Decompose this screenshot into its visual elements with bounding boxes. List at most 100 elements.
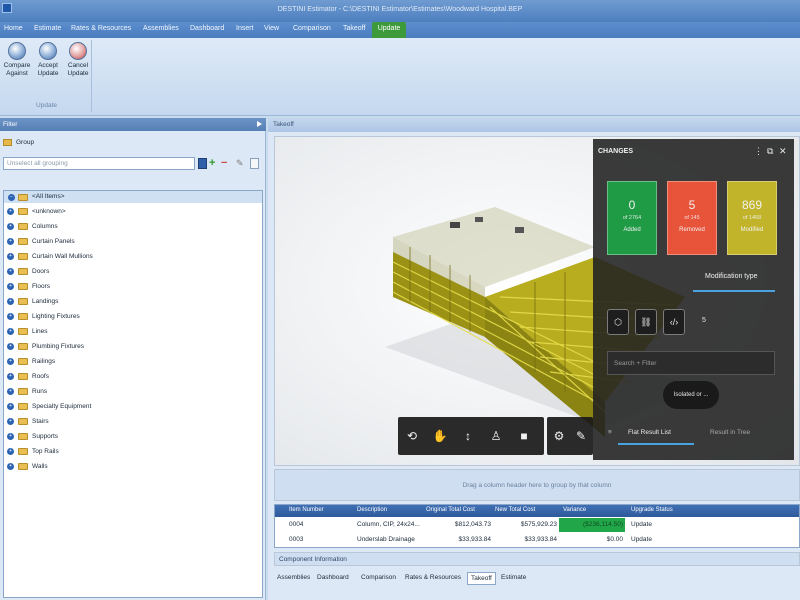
menu-insert[interactable]: Insert <box>236 25 254 32</box>
cube-icon[interactable]: ⬡ <box>607 309 629 335</box>
tab-dashboard[interactable]: Dashboard <box>314 572 352 585</box>
col-upgrade-status[interactable]: Upgrade Status <box>631 507 673 513</box>
camera-icon[interactable]: ■ <box>516 428 532 444</box>
tree-item[interactable]: + Columns <box>4 220 262 234</box>
collapse-icon[interactable]: − <box>8 194 15 201</box>
cell-variance: $0.00 <box>606 536 623 543</box>
pan-hand-icon[interactable]: ✋ <box>432 428 448 444</box>
add-icon[interactable]: + <box>209 158 218 169</box>
tab-result-in-tree[interactable]: Result in Tree <box>710 429 750 436</box>
tree-item[interactable]: + Plumbing Fixtures <box>4 340 262 354</box>
tab-comparison[interactable]: Comparison <box>358 572 399 585</box>
tree-item[interactable]: + Landings <box>4 295 262 309</box>
expand-icon[interactable]: + <box>7 358 14 365</box>
col-original-total-cost[interactable]: Original Total Cost <box>426 507 475 513</box>
tab-estimate[interactable]: Estimate <box>498 572 529 585</box>
expand-icon[interactable]: + <box>7 448 14 455</box>
tree-item-label: Plumbing Fixtures <box>32 343 85 350</box>
tree-item[interactable]: + Stairs <box>4 415 262 429</box>
zoom-vertical-icon[interactable]: ↕ <box>460 428 476 444</box>
search-filter-input[interactable]: Search + Filter <box>607 351 775 375</box>
expand-icon[interactable]: + <box>7 403 14 410</box>
col-variance[interactable]: Variance <box>563 507 586 513</box>
tab-assemblies[interactable]: Assemblies <box>274 572 313 585</box>
menu-update-tab[interactable]: Update <box>372 22 406 38</box>
tree-item[interactable]: + Walls <box>4 460 262 474</box>
added-stat-card[interactable]: 0 of 2764 Added <box>607 181 657 255</box>
tree-item[interactable]: + <unknown> <box>4 205 262 219</box>
col-new-total-cost[interactable]: New Total Cost <box>495 507 535 513</box>
group-by-bar[interactable]: Drag a column header here to group by th… <box>274 469 800 501</box>
tree-item[interactable]: + Lines <box>4 325 262 339</box>
expand-icon[interactable]: + <box>7 208 14 215</box>
collapse-arrow-icon[interactable] <box>257 121 263 127</box>
tree-item[interactable]: + Doors <box>4 265 262 279</box>
col-description[interactable]: Description <box>357 507 387 513</box>
expand-icon[interactable]: + <box>7 328 14 335</box>
tree-item-label: Supports <box>32 433 59 440</box>
menu-rates-resources[interactable]: Rates & Resources <box>71 25 131 32</box>
menu-assemblies[interactable]: Assemblies <box>143 25 179 32</box>
expand-icon[interactable]: + <box>7 298 14 305</box>
isolated-toggle[interactable]: Isolated or ... <box>663 381 719 409</box>
tree-item[interactable]: + Top Rails <box>4 445 262 459</box>
expand-icon[interactable]: + <box>7 463 14 470</box>
expand-icon[interactable]: + <box>7 223 14 230</box>
col-item-number[interactable]: Item Number <box>289 507 324 513</box>
tree-item[interactable]: + Curtain Wall Mullions <box>4 250 262 264</box>
tab-rates-resources[interactable]: Rates & Resources <box>402 572 464 585</box>
more-options-icon[interactable]: ⋮ <box>754 146 763 157</box>
ribbon: Compare Against Accept Update Cancel Upd… <box>0 38 800 116</box>
tree-item[interactable]: + Floors <box>4 280 262 294</box>
tree-item[interactable]: + Lighting Fixtures <box>4 310 262 324</box>
expand-icon[interactable]: + <box>7 388 14 395</box>
menu-home[interactable]: Home <box>4 25 23 32</box>
compare-against-button[interactable]: Compare Against <box>2 42 32 78</box>
removed-stat-card[interactable]: 5 of 145 Removed <box>667 181 717 255</box>
expand-icon[interactable]: + <box>7 268 14 275</box>
expand-icon[interactable]: + <box>7 253 14 260</box>
code-icon[interactable]: ‹/› <box>663 309 685 335</box>
menu-comparison[interactable]: Comparison <box>293 25 331 32</box>
edit-icon[interactable]: ✎ <box>236 158 245 169</box>
tree-item[interactable]: + Supports <box>4 430 262 444</box>
link-icon[interactable]: ⛓ <box>635 309 657 335</box>
tree-item[interactable]: + Railings <box>4 355 262 369</box>
table-row[interactable]: 0004 Column, CIP, 24x24... $812,043.73 $… <box>275 518 799 532</box>
tree-item[interactable]: + Curtain Panels <box>4 235 262 249</box>
menu-dashboard[interactable]: Dashboard <box>190 25 224 32</box>
expand-icon[interactable]: + <box>7 313 14 320</box>
tree-item[interactable]: + Specialty Equipment <box>4 400 262 414</box>
tree-root[interactable]: − <All Items> <box>4 191 262 203</box>
tab-flat-result-list[interactable]: Flat Result List <box>628 429 671 436</box>
menu-view[interactable]: View <box>264 25 279 32</box>
modification-type-label[interactable]: Modification type <box>705 273 758 280</box>
expand-icon[interactable]: + <box>7 343 14 350</box>
popout-icon[interactable]: ⧉ <box>767 146 773 157</box>
menu-takeoff[interactable]: Takeoff <box>343 25 365 32</box>
expand-icon[interactable]: + <box>7 238 14 245</box>
menu-estimate[interactable]: Estimate <box>34 25 61 32</box>
table-row[interactable]: 0003 Underslab Drainage $33,933.84 $33,9… <box>275 533 799 547</box>
grouping-dropdown-icon[interactable] <box>198 158 207 169</box>
expand-icon[interactable]: + <box>7 433 14 440</box>
tree-item[interactable]: + Runs <box>4 385 262 399</box>
document-icon[interactable] <box>250 158 259 169</box>
remove-icon[interactable]: − <box>221 158 230 169</box>
close-icon[interactable]: ✕ <box>779 146 787 157</box>
tab-takeoff[interactable]: Takeoff <box>467 572 496 585</box>
grouping-input[interactable]: Unselect all grouping <box>3 157 195 170</box>
tree-item[interactable]: + Roofs <box>4 370 262 384</box>
group-header[interactable]: Group <box>0 137 266 149</box>
expand-icon[interactable]: + <box>7 418 14 425</box>
settings-icon[interactable]: ⚙ <box>551 428 567 444</box>
expand-icon[interactable]: + <box>7 373 14 380</box>
expand-icon[interactable]: + <box>7 283 14 290</box>
component-information-bar[interactable]: Component Information <box>274 552 800 566</box>
accept-update-button[interactable]: Accept Update <box>33 42 63 78</box>
orbit-icon[interactable]: ⟲ <box>404 428 420 444</box>
walk-person-icon[interactable]: ♙ <box>488 428 504 444</box>
cancel-update-button[interactable]: Cancel Update <box>63 42 93 78</box>
modified-stat-card[interactable]: 869 of 1468 Modified <box>727 181 777 255</box>
markup-pen-icon[interactable]: ✎ <box>573 428 589 444</box>
